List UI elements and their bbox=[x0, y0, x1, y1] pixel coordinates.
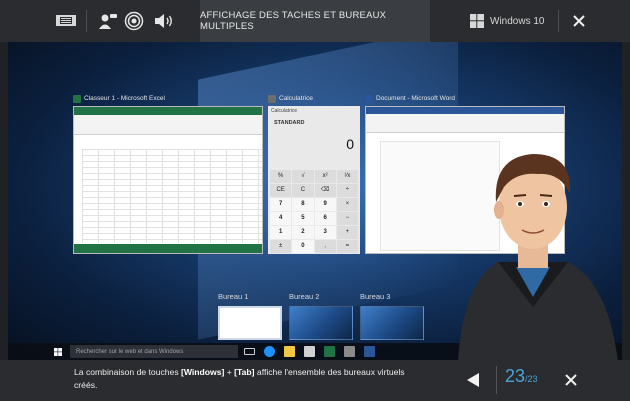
store-icon[interactable] bbox=[304, 346, 315, 357]
word-window-title[interactable]: Document - Microsoft Word bbox=[365, 92, 455, 105]
presentation-icon bbox=[56, 15, 76, 26]
divider bbox=[558, 10, 559, 32]
calc-key[interactable]: √ bbox=[292, 170, 314, 183]
bureau-1[interactable]: Bureau 1 bbox=[218, 292, 288, 340]
presentation-button[interactable] bbox=[48, 4, 84, 38]
top-bar: AFFICHAGE DES TACHES ET BUREAUX MULTIPLE… bbox=[0, 0, 630, 42]
calc-key[interactable]: 4 bbox=[270, 212, 292, 225]
calc-key[interactable]: C bbox=[292, 184, 314, 197]
bureau-label: Bureau 2 bbox=[289, 292, 320, 301]
calc-key[interactable]: % bbox=[270, 170, 292, 183]
task-view-icon[interactable] bbox=[244, 348, 255, 355]
calc-header: Calculatrice bbox=[271, 108, 298, 114]
calc-key[interactable]: ¹⁄x bbox=[336, 170, 358, 183]
audio-button[interactable] bbox=[146, 4, 182, 38]
calculator-icon bbox=[268, 94, 276, 103]
close-icon bbox=[573, 15, 585, 27]
calc-keypad: % √ x² ¹⁄x CE C ⌫ ÷ 7 8 9 × 4 5 6− 1 2 3 + ±0, = bbox=[270, 170, 358, 253]
previous-button[interactable] bbox=[462, 370, 484, 390]
excel-ribbon bbox=[74, 107, 262, 135]
triangle-left-icon bbox=[467, 373, 479, 387]
calc-key[interactable]: = bbox=[336, 240, 358, 253]
calc-key[interactable]: 6 bbox=[314, 212, 336, 225]
file-explorer-icon[interactable] bbox=[284, 346, 295, 357]
calc-key[interactable]: x² bbox=[314, 170, 336, 183]
instruction-text: La combinaison de touches [Windows] + [T… bbox=[74, 367, 405, 390]
os-label: Windows 10 bbox=[490, 15, 545, 27]
os-indicator: Windows 10 bbox=[470, 10, 544, 32]
windows-logo-icon bbox=[470, 14, 484, 28]
calculator-taskbar-icon[interactable] bbox=[344, 346, 355, 357]
excel-window-thumbnail[interactable] bbox=[73, 106, 263, 254]
calc-key[interactable]: − bbox=[336, 212, 358, 225]
guide-character bbox=[458, 154, 618, 360]
excel-window-title[interactable]: Classeur 1 - Microsoft Excel bbox=[73, 92, 165, 105]
key-tab: [Tab] bbox=[234, 367, 255, 377]
radio-waves-icon bbox=[124, 11, 144, 31]
calc-key[interactable]: × bbox=[336, 198, 358, 211]
taskbar-search-box[interactable]: Rechercher sur le web et dans Windows bbox=[70, 345, 238, 358]
calc-mode: STANDARD bbox=[274, 120, 305, 126]
calc-key[interactable]: 5 bbox=[292, 212, 314, 225]
word-icon bbox=[365, 94, 373, 103]
calc-window-title[interactable]: Calculatrice bbox=[268, 92, 313, 105]
speaker-icon bbox=[155, 14, 172, 28]
calc-key[interactable]: ⌫ bbox=[314, 184, 336, 197]
calc-key[interactable]: 0 bbox=[292, 240, 314, 253]
bureau-label: Bureau 3 bbox=[360, 292, 391, 301]
current-page: 23 bbox=[505, 366, 526, 386]
word-taskbar-icon[interactable] bbox=[364, 346, 375, 357]
close-button[interactable] bbox=[566, 8, 592, 34]
page-counter: 23 /23 bbox=[496, 366, 538, 394]
calc-key[interactable]: ÷ bbox=[336, 184, 358, 197]
calc-key[interactable]: ± bbox=[270, 240, 292, 253]
divider bbox=[86, 10, 87, 32]
bottom-bar: La combinaison de touches [Windows] + [T… bbox=[0, 360, 630, 401]
calc-key[interactable]: 7 bbox=[270, 198, 292, 211]
page-title: AFFICHAGE DES TACHES ET BUREAUX MULTIPLE… bbox=[200, 0, 430, 42]
calc-key[interactable]: 9 bbox=[314, 198, 336, 211]
bureau-thumbnail bbox=[289, 306, 353, 340]
calc-key[interactable]: 2 bbox=[292, 226, 314, 239]
calculator-window-thumbnail[interactable]: Calculatrice STANDARD 0 % √ x² ¹⁄x CE C ⌫ ÷ 7 8 9 ×… bbox=[268, 106, 360, 254]
task-view-screen: Classeur 1 - Microsoft Excel Calculatric… bbox=[8, 42, 622, 360]
excel-icon bbox=[73, 94, 81, 103]
calc-key[interactable]: , bbox=[314, 240, 336, 253]
bureau-thumbnail bbox=[218, 306, 282, 340]
calc-display: 0 bbox=[346, 136, 354, 152]
bureau-3[interactable]: Bureau 3 bbox=[360, 292, 430, 340]
close-icon bbox=[565, 374, 577, 386]
calc-key[interactable]: 1 bbox=[270, 226, 292, 239]
word-ribbon bbox=[366, 107, 564, 133]
virtual-desktops: Bureau 1 Bureau 2 Bureau 3 bbox=[208, 292, 468, 347]
edge-icon[interactable] bbox=[264, 346, 275, 357]
excel-taskbar-icon[interactable] bbox=[324, 346, 335, 357]
close-lesson-button[interactable] bbox=[560, 370, 582, 390]
excel-status-bar bbox=[74, 244, 262, 253]
bureau-2[interactable]: Bureau 2 bbox=[289, 292, 359, 340]
calc-key[interactable]: 8 bbox=[292, 198, 314, 211]
bureau-thumbnail bbox=[360, 306, 424, 340]
key-windows: [Windows] bbox=[181, 367, 225, 377]
calc-key[interactable]: + bbox=[336, 226, 358, 239]
calc-key[interactable]: 3 bbox=[314, 226, 336, 239]
start-icon[interactable] bbox=[54, 348, 62, 356]
calc-key[interactable]: CE bbox=[270, 184, 292, 197]
total-pages: /23 bbox=[525, 374, 538, 384]
spreadsheet-grid bbox=[82, 149, 262, 243]
bureau-label: Bureau 1 bbox=[218, 292, 249, 301]
